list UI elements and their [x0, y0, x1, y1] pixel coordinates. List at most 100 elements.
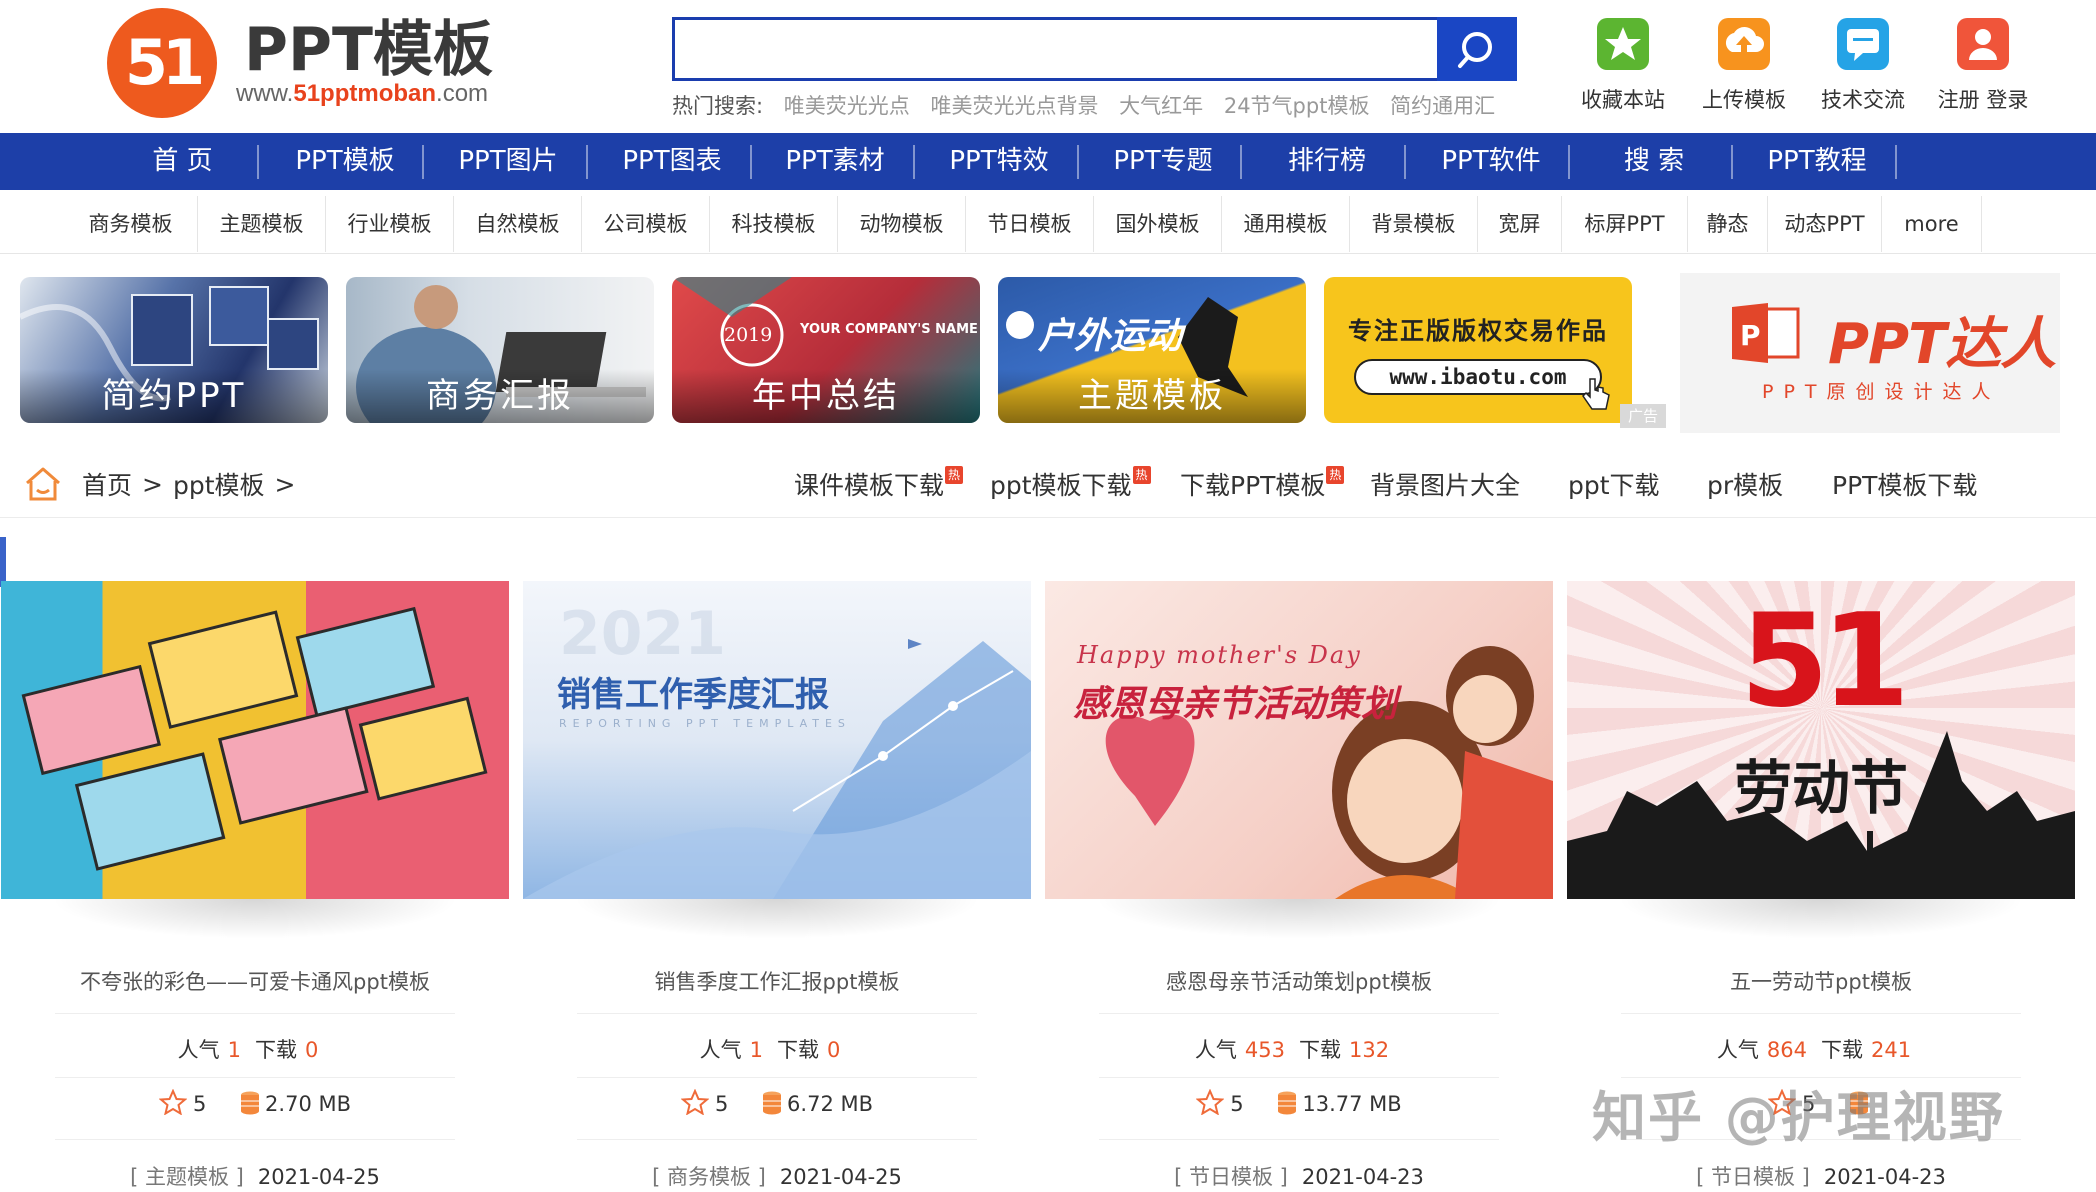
card-title[interactable]: 感恩母亲节活动策划ppt模板 [1045, 966, 1553, 996]
subnav-item[interactable]: 宽屏 [1478, 196, 1562, 252]
subnav-item[interactable]: 国外模板 [1094, 196, 1222, 252]
tool-chat[interactable]: 技术交流 [1813, 18, 1913, 114]
user-icon [1957, 18, 2009, 70]
subnav-item[interactable]: 自然模板 [454, 196, 582, 252]
card-category[interactable]: [ 主题模板 ] [130, 1165, 244, 1189]
file-size-icon [1278, 1091, 1297, 1115]
search-button[interactable] [1437, 17, 1517, 81]
breadcrumb-home[interactable]: 首页 [82, 466, 132, 502]
ad-headline: 专注正版版权交易作品 [1348, 317, 1608, 345]
hot-link[interactable]: 课件模板下载热 [794, 466, 964, 502]
popularity-value: 1 [749, 1038, 763, 1062]
card-thumbnail[interactable]: 51 劳动节 [1567, 581, 2075, 899]
nav-divider [913, 145, 915, 179]
card-title[interactable]: 五一劳动节ppt模板 [1567, 966, 2075, 996]
nav-ppt-effects[interactable]: PPT特效 [934, 133, 1064, 190]
nav-ppt-materials[interactable]: PPT素材 [770, 133, 900, 190]
subnav-item[interactable]: 行业模板 [326, 196, 454, 252]
card-date: 2021-04-25 [779, 1165, 902, 1189]
subnav-item[interactable]: 科技模板 [710, 196, 838, 252]
nav-ppt-charts[interactable]: PPT图表 [607, 133, 737, 190]
hot-link[interactable]: ppt下载 [1568, 466, 1660, 502]
subnav-item[interactable]: 背景模板 [1350, 196, 1478, 252]
logo-badge[interactable]: 51 [107, 8, 217, 118]
hot-link-label: ppt模板下载 [990, 471, 1132, 500]
home-icon[interactable] [22, 463, 64, 505]
star-icon [1597, 18, 1649, 70]
search-input[interactable] [672, 17, 1437, 81]
breadcrumb-section[interactable]: ppt模板 [173, 466, 265, 502]
card-title[interactable]: 销售季度工作汇报ppt模板 [523, 966, 1031, 996]
popularity-label: 人气 [699, 1038, 742, 1062]
hot-link[interactable]: 背景图片大全 [1370, 466, 1520, 502]
hot-keyword[interactable]: 大气红年 [1119, 94, 1203, 118]
file-size: 2.70 MB [265, 1092, 352, 1116]
banner-ad-ibaotu[interactable]: 专注正版版权交易作品 www.ibaotu.com [1324, 277, 1632, 423]
tool-login[interactable]: 注册 登录 [1933, 18, 2033, 114]
banner-midyear-summary[interactable]: 2019 YOUR COMPANY'S NAME 年中总结 [672, 277, 980, 423]
nav-ppt-software[interactable]: PPT软件 [1426, 133, 1556, 190]
popularity-label: 人气 [177, 1038, 220, 1062]
hot-link[interactable]: ppt模板下载热 [990, 466, 1151, 502]
hot-link[interactable]: 下载PPT模板热 [1180, 466, 1345, 502]
tool-upload[interactable]: 上传模板 [1694, 18, 1794, 114]
nav-divider [257, 145, 259, 179]
hot-keyword[interactable]: 唯美荧光光点背景 [930, 94, 1098, 118]
hot-badge: 热 [1326, 466, 1345, 484]
subnav-item[interactable]: 通用模板 [1222, 196, 1350, 252]
nav-ppt-topics[interactable]: PPT专题 [1098, 133, 1228, 190]
banner-theme-templates[interactable]: 户外运动 主题模板 [998, 277, 1306, 423]
nav-ppt-images[interactable]: PPT图片 [443, 133, 573, 190]
logo-title[interactable]: PPT模板 [244, 18, 493, 82]
hot-keyword[interactable]: 简约通用汇 [1390, 94, 1495, 118]
logo-url-prefix: www. [236, 80, 294, 107]
subnav-item[interactable]: 公司模板 [582, 196, 710, 252]
hot-link[interactable]: PPT模板下载 [1832, 466, 1977, 502]
subnav-item[interactable]: 商务模板 [64, 196, 198, 252]
subnav-item[interactable]: 主题模板 [198, 196, 326, 252]
card-thumbnail[interactable]: 2021 销售工作季度汇报 REPORTING PPT TEMPLATES [523, 581, 1031, 899]
subnav-more[interactable]: more [1882, 196, 1982, 252]
divider [1099, 1013, 1499, 1014]
card-category[interactable]: [ 节日模板 ] [1174, 1165, 1288, 1189]
side-tab[interactable] [0, 537, 6, 587]
subnav-item[interactable]: 标屏PPT [1562, 196, 1688, 252]
sub-nav: 商务模板 主题模板 行业模板 自然模板 公司模板 科技模板 动物模板 节日模板 … [64, 196, 1999, 252]
nav-ppt-tutorials[interactable]: PPT教程 [1752, 133, 1882, 190]
cursor-hand-icon [1582, 378, 1610, 410]
nav-home[interactable]: 首 页 [120, 133, 245, 190]
card-title[interactable]: 不夸张的彩色——可爱卡通风ppt模板 [1, 966, 509, 996]
tool-label: 上传模板 [1702, 88, 1786, 112]
card-thumbnail[interactable] [1, 581, 509, 899]
hot-keyword[interactable]: 唯美荧光光点 [784, 94, 910, 118]
hot-link-label: 下载PPT模板 [1180, 471, 1326, 500]
nav-ranking[interactable]: 排行榜 [1262, 133, 1392, 190]
thumb-title: 感恩母亲节活动策划 [1073, 684, 1398, 725]
nav-divider [1240, 145, 1242, 179]
hot-link[interactable]: pr模板 [1707, 466, 1783, 502]
nav-divider [422, 145, 424, 179]
thumb-title: 销售工作季度汇报 [557, 675, 829, 715]
card-date: 2021-04-25 [257, 1165, 380, 1189]
card-category[interactable]: [ 商务模板 ] [652, 1165, 766, 1189]
subnav-item[interactable]: 节日模板 [966, 196, 1094, 252]
card-footer: [ 节日模板 ] 2021-04-23 [1045, 1161, 1553, 1191]
card-category[interactable]: [ 节日模板 ] [1696, 1165, 1810, 1189]
subnav-item[interactable]: 静态 [1688, 196, 1768, 252]
hot-keyword[interactable]: 24节气ppt模板 [1224, 94, 1370, 118]
banner-business-report[interactable]: 商务汇报 [346, 277, 654, 423]
tool-bookmark[interactable]: 收藏本站 [1573, 18, 1673, 114]
subnav-item[interactable]: 动物模板 [838, 196, 966, 252]
card-meta: 5 2.70 MB [1, 1089, 509, 1116]
thumb-year: 2021 [559, 599, 726, 669]
banner-ppt-daren[interactable]: P PPT达人 PPT原创设计达人 [1680, 273, 2060, 433]
hot-badge: 热 [945, 466, 964, 484]
banner-simple-ppt[interactable]: 简约PPT [20, 277, 328, 423]
nav-search[interactable]: 搜 索 [1589, 133, 1719, 190]
subnav-item[interactable]: 动态PPT [1768, 196, 1882, 252]
card-thumbnail[interactable]: Happy mother's Day 感恩母亲节活动策划 [1045, 581, 1553, 899]
banner-company: YOUR COMPANY'S NAME [800, 322, 978, 337]
popularity-label: 人气 [1194, 1038, 1237, 1062]
thumb-title: 劳动节 [1733, 754, 1908, 822]
nav-ppt-templates[interactable]: PPT模板 [280, 133, 410, 190]
